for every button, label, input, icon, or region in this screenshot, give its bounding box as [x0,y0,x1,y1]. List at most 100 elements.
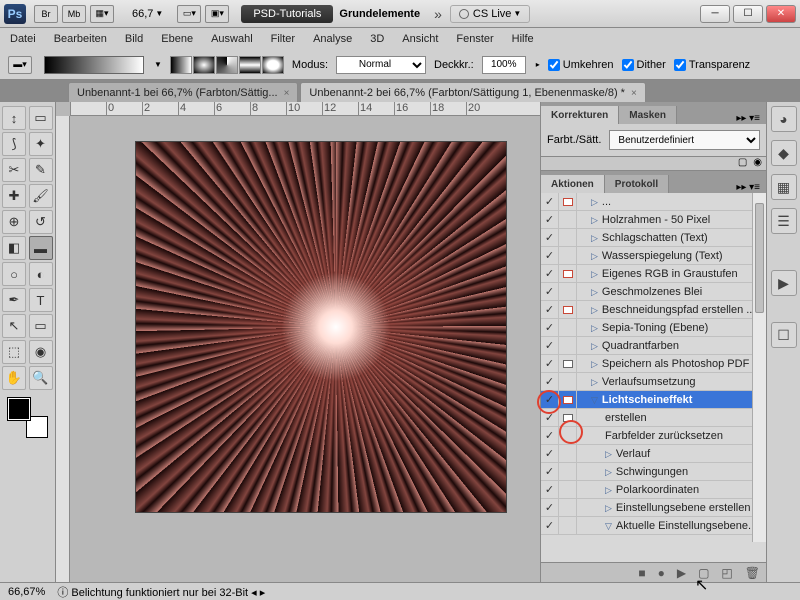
gradient-reflected-icon[interactable] [239,56,261,74]
tab-aktionen[interactable]: Aktionen [541,175,605,193]
preset-icon[interactable]: ▢ [738,157,747,170]
close-icon[interactable]: × [631,88,637,99]
panel-menu-icon[interactable]: ▸▸ ▾≡ [730,182,766,193]
actions-list[interactable]: ✓▷...✓▷Holzrahmen - 50 Pixel✓▷Schlagscha… [541,193,766,562]
menu-filter[interactable]: Filter [271,33,295,45]
action-row[interactable]: ✓▷Polarkoordinaten [541,481,766,499]
eyedropper-tool[interactable]: ✎ [29,158,53,182]
action-row[interactable]: ✓▽Aktuelle Einstellungsebene... [541,517,766,535]
new-icon[interactable]: ◰ [721,566,732,580]
gradient-angle-icon[interactable] [216,56,238,74]
action-row[interactable]: ✓▷Eigenes RGB in Graustufen [541,265,766,283]
action-row[interactable]: ✓Farbfelder zurücksetzen [541,427,766,445]
action-row[interactable]: ✓▷Quadrantfarben [541,337,766,355]
camera-tool[interactable]: ◉ [29,340,53,364]
3d-tool[interactable]: ⬚ [2,340,26,364]
tool-preset-icon[interactable]: ▬▾ [8,56,32,74]
gradient-radial-icon[interactable] [193,56,215,74]
reverse-checkbox[interactable]: Umkehren [548,59,614,71]
dither-checkbox[interactable]: Dither [622,59,666,71]
action-row[interactable]: ✓▷Speichern als Photoshop PDF [541,355,766,373]
maximize-button[interactable]: ☐ [733,5,763,23]
dodge-tool[interactable]: ◐ [29,262,53,286]
styles-panel-icon[interactable]: ▦ [771,174,797,200]
close-icon[interactable]: × [284,88,290,99]
move-tool[interactable]: ↕ [2,106,26,130]
marquee-tool[interactable]: ▭ [29,106,53,130]
bridge-icon[interactable]: Br [34,5,58,23]
menu-hilfe[interactable]: Hilfe [512,33,534,45]
menu-datei[interactable]: Datei [10,33,36,45]
lasso-tool[interactable]: ⟆ [2,132,26,156]
brush-tool[interactable]: 🖌 [29,184,53,208]
workspace-current[interactable]: PSD-Tutorials [241,5,333,23]
preset-select[interactable]: Benutzerdefiniert [609,130,760,150]
workspace-more-icon[interactable]: » [434,6,442,22]
menu-ansicht[interactable]: Ansicht [402,33,438,45]
transparency-checkbox[interactable]: Transparenz [674,59,750,71]
tab-korrekturen[interactable]: Korrekturen [541,106,619,124]
doc-tab-2[interactable]: Unbenannt-2 bei 66,7% (Farbton/Sättigung… [300,82,645,102]
cslive-button[interactable]: CS Live▼ [450,5,530,23]
preset-icon[interactable]: ◉ [753,157,762,170]
action-row[interactable]: ✓erstellen [541,409,766,427]
swatches-panel-icon[interactable]: ◆ [771,140,797,166]
tab-protokoll[interactable]: Protokoll [605,175,669,193]
stop-icon[interactable]: ■ [638,566,645,580]
zoom-status[interactable]: 66,67% [8,586,45,598]
zoom-tool[interactable]: 🔍 [29,366,53,390]
blur-tool[interactable]: ○ [2,262,26,286]
close-button[interactable]: ✕ [766,5,796,23]
pen-tool[interactable]: ✒ [2,288,26,312]
menu-bild[interactable]: Bild [125,33,143,45]
zoom-dropdown[interactable]: 66,7▼ [126,5,169,23]
mode-select[interactable]: Normal [336,56,426,74]
wand-tool[interactable]: ✦ [29,132,53,156]
screen-mode-icon[interactable]: ▣▾ [205,5,229,23]
hand-tool[interactable]: ✋ [2,366,26,390]
action-row[interactable]: ✓▷Wasserspiegelung (Text) [541,247,766,265]
action-row[interactable]: ✓▷Schwingungen [541,463,766,481]
foreground-swatch[interactable] [8,398,30,420]
history-brush-tool[interactable]: ↺ [29,210,53,234]
play-icon[interactable]: ▶ [677,566,686,580]
trash-icon[interactable]: 🗑 [745,566,760,580]
doc-tab-1[interactable]: Unbenannt-1 bei 66,7% (Farbton/Sättig...… [68,82,298,102]
menu-bearbeiten[interactable]: Bearbeiten [54,33,107,45]
folder-icon[interactable]: ▢ [698,566,709,580]
scrollbar-thumb[interactable] [755,203,764,313]
color-swatches[interactable] [8,398,48,438]
extras-icon[interactable]: ▭▾ [177,5,201,23]
gradient-preview[interactable] [44,56,144,74]
action-row[interactable]: ✓▷Beschneidungspfad erstellen ... [541,301,766,319]
heal-tool[interactable]: ✚ [2,184,26,208]
crop-tool[interactable]: ✂ [2,158,26,182]
shape-tool[interactable]: ▭ [29,314,53,338]
action-row[interactable]: ✓▷... [541,193,766,211]
workspace-alt[interactable]: Grundelemente [333,5,426,23]
action-row[interactable]: ✓▷Verlauf [541,445,766,463]
record-icon[interactable]: ● [658,566,665,580]
menu-auswahl[interactable]: Auswahl [211,33,253,45]
panel-menu-icon[interactable]: ▸▸ ▾≡ [730,113,766,124]
minibridge-icon[interactable]: Mb [62,5,86,23]
action-row[interactable]: ✓▷Geschmolzenes Blei [541,283,766,301]
arrange-icon[interactable]: ▦▾ [90,5,114,23]
history-panel-icon[interactable]: ▶ [771,270,797,296]
action-row[interactable]: ✓▷Einstellungsebene erstellen [541,499,766,517]
action-row[interactable]: ✓▷Verlaufsumsetzung [541,373,766,391]
eraser-tool[interactable]: ◧ [2,236,26,260]
action-row[interactable]: ✓▽Lichtscheineffekt [541,391,766,409]
action-row[interactable]: ✓▷Sepia-Toning (Ebene) [541,319,766,337]
type-tool[interactable]: T [29,288,53,312]
menu-fenster[interactable]: Fenster [456,33,493,45]
menu-3d[interactable]: 3D [370,33,384,45]
tab-masken[interactable]: Masken [619,106,677,124]
color-panel-icon[interactable]: ◕ [771,106,797,132]
minimize-button[interactable]: ─ [700,5,730,23]
gradient-linear-icon[interactable] [170,56,192,74]
misc-panel-icon[interactable]: ☐ [771,322,797,348]
path-tool[interactable]: ↖ [2,314,26,338]
document-canvas[interactable] [136,142,506,512]
menu-analyse[interactable]: Analyse [313,33,352,45]
